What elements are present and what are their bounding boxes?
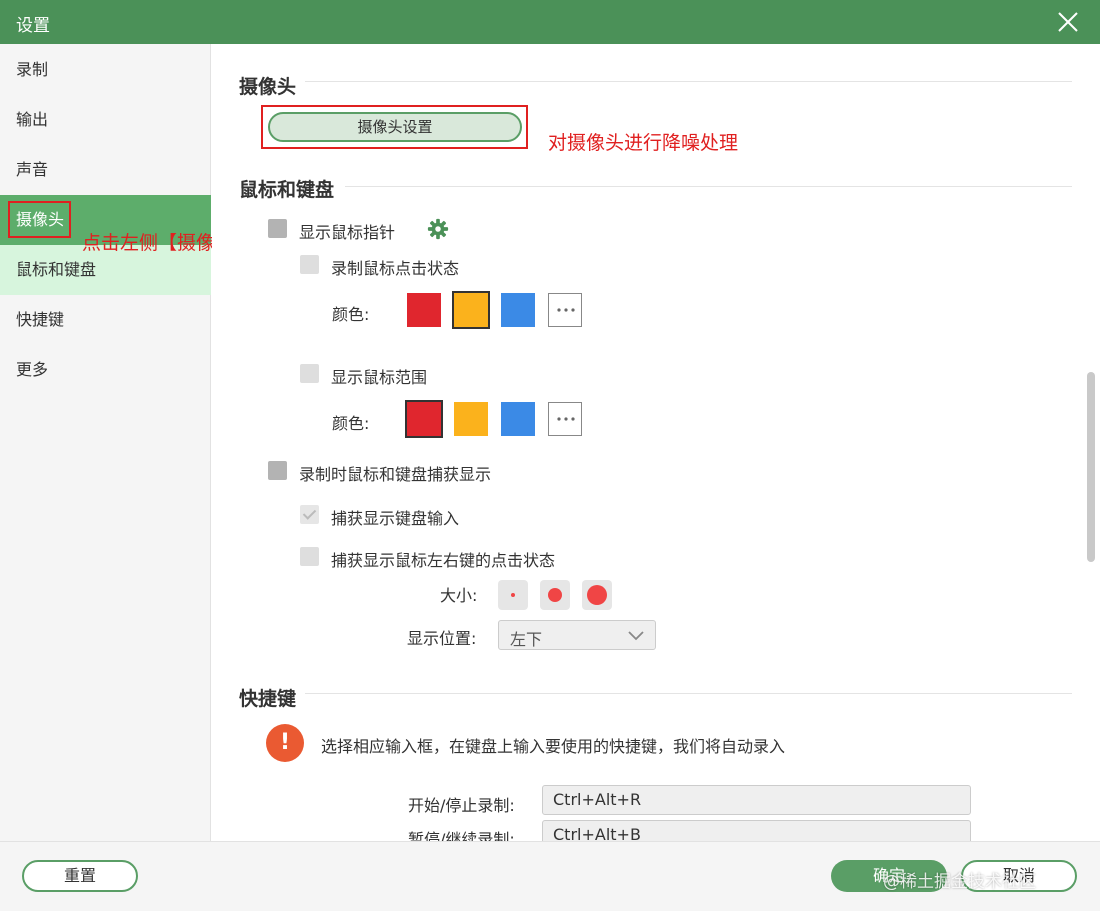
hotkey-input-pause-resume[interactable]: Ctrl+Alt+B (542, 820, 971, 841)
capture-display-checkbox[interactable] (268, 461, 287, 480)
size-label: 大小: (440, 586, 478, 605)
annotation-box-camera-settings (261, 105, 528, 149)
hotkey-label-start-stop: 开始/停止录制: (408, 796, 515, 815)
sidebar-item-audio[interactable]: 声音 (0, 145, 211, 195)
chevron-down-icon (628, 631, 644, 641)
show-range-label: 显示鼠标范围 (331, 368, 428, 387)
footer: 重置 确定 取消 @稀土掘金技术社区 (0, 841, 1100, 911)
hotkey-hint: 选择相应输入框，在键盘上输入要使用的快捷键，我们将自动录入 (321, 737, 786, 756)
position-label: 显示位置: (407, 629, 477, 648)
position-select-value: 左下 (510, 630, 543, 649)
color-swatch-orange[interactable] (452, 291, 490, 329)
warning-icon: ! (266, 724, 304, 762)
more-colors-button[interactable] (548, 293, 582, 327)
position-select[interactable]: 左下 (498, 620, 656, 650)
capture-mouse-clicks-label: 捕获显示鼠标左右键的点击状态 (331, 551, 556, 570)
sidebar-item-record[interactable]: 录制 (0, 45, 211, 95)
hotkey-label-pause-resume: 暂停/继续录制: (408, 830, 515, 841)
gear-icon[interactable] (427, 218, 449, 240)
small-dot-icon (511, 593, 515, 597)
capture-keyboard-label: 捕获显示键盘输入 (331, 509, 460, 528)
color-swatch-blue[interactable] (501, 293, 535, 327)
scrollbar-thumb[interactable] (1087, 372, 1095, 562)
annotation-box-sidebar (8, 201, 71, 238)
sidebar: 录制 输出 声音 摄像头 鼠标和键盘 快捷键 更多 (0, 44, 211, 841)
section-divider (345, 186, 1072, 187)
size-large-button[interactable] (582, 580, 612, 610)
size-medium-button[interactable] (540, 580, 570, 610)
color-swatch-red[interactable] (407, 293, 441, 327)
medium-dot-icon (548, 588, 562, 602)
window-title: 设置 (16, 16, 50, 36)
ellipsis-icon (557, 308, 575, 312)
size-small-button[interactable] (498, 580, 528, 610)
show-pointer-label: 显示鼠标指针 (299, 223, 396, 242)
color-label: 颜色: (332, 414, 370, 433)
hotkey-input-start-stop[interactable]: Ctrl+Alt+R (542, 785, 971, 815)
section-title-mouse-keyboard: 鼠标和键盘 (239, 179, 335, 201)
title-bar: 设置 (0, 0, 1100, 44)
capture-mouse-clicks-checkbox[interactable] (300, 547, 319, 566)
ellipsis-icon (557, 417, 575, 421)
section-title-hotkeys: 快捷键 (239, 688, 297, 710)
reset-button[interactable]: 重置 (22, 860, 138, 892)
sidebar-item-more[interactable]: 更多 (0, 345, 211, 395)
color-swatch-orange[interactable] (454, 402, 488, 436)
sidebar-item-hotkeys[interactable]: 快捷键 (0, 295, 211, 345)
watermark: @稀土掘金技术社区 (883, 872, 1036, 892)
record-click-state-checkbox[interactable] (300, 255, 319, 274)
sidebar-item-output[interactable]: 输出 (0, 95, 211, 145)
color-swatch-red[interactable] (405, 400, 443, 438)
record-click-state-label: 录制鼠标点击状态 (331, 259, 460, 278)
more-colors-button[interactable] (548, 402, 582, 436)
show-range-checkbox[interactable] (300, 364, 319, 383)
color-swatch-blue[interactable] (501, 402, 535, 436)
show-pointer-checkbox[interactable] (268, 219, 287, 238)
close-icon[interactable] (1056, 10, 1080, 34)
capture-display-label: 录制时鼠标和键盘捕获显示 (299, 465, 492, 484)
annotation-camera-note: 对摄像头进行降噪处理 (548, 132, 739, 154)
section-divider (305, 81, 1072, 82)
capture-keyboard-checkbox[interactable] (300, 505, 319, 524)
large-dot-icon (587, 585, 607, 605)
section-title-camera: 摄像头 (239, 76, 297, 98)
color-label: 颜色: (332, 305, 370, 324)
section-divider (305, 693, 1072, 694)
settings-content: 摄像头 摄像头设置 鼠标和键盘 显示鼠标指针 录制鼠标点击状态 颜色: 显示鼠标… (212, 44, 1100, 841)
